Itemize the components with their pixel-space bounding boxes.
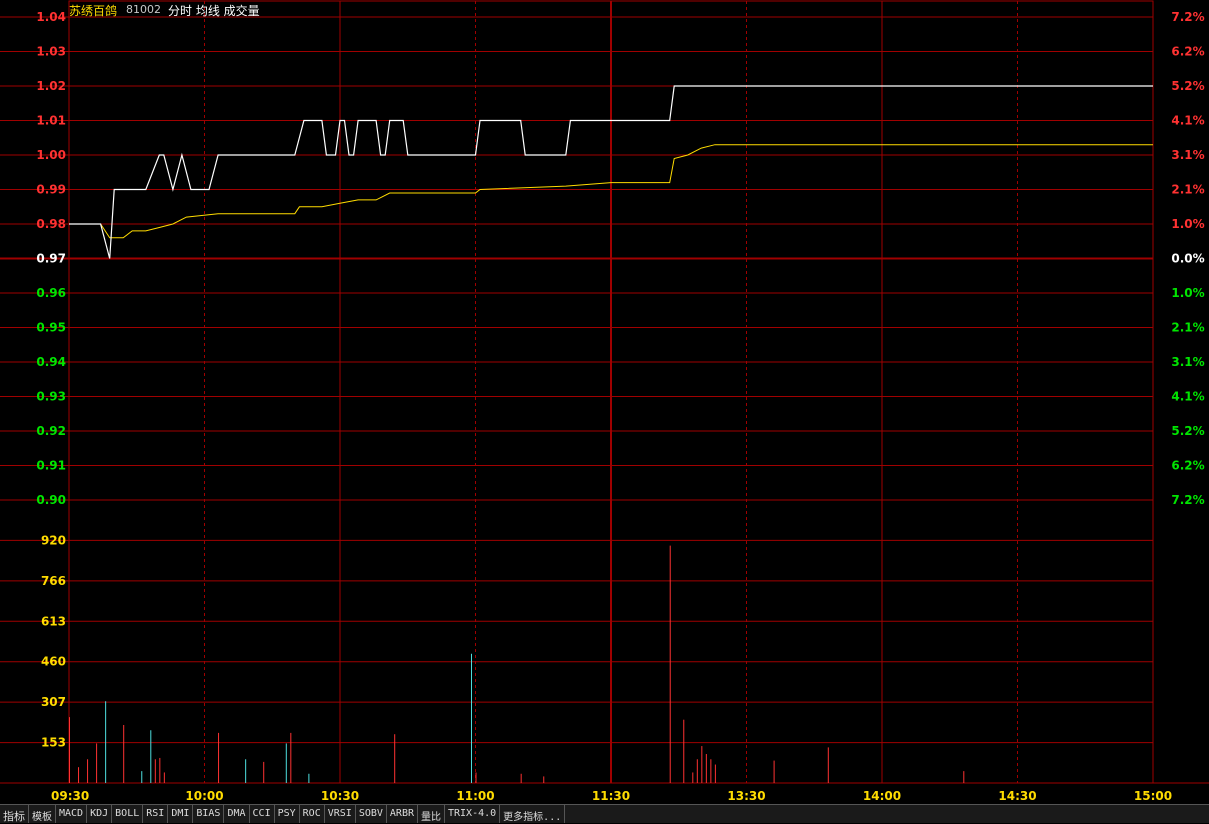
pct-tick-label: 3.1% [1171, 148, 1204, 162]
time-tick-label: 10:00 [185, 789, 223, 803]
indicator-tab-bar: 指标 模板 MACD KDJ BOLL RSI DMI BIAS DMA CCI PSY ROC VRS… [0, 804, 1209, 823]
indicator-labels: 分时 均线 成交量 [168, 4, 260, 18]
price-tick-label: 1.03 [36, 45, 66, 59]
pct-tick-label: 2.1% [1171, 183, 1204, 197]
tab-5[interactable]: RSI [143, 805, 169, 823]
time-tick-label: 11:30 [592, 789, 630, 803]
pct-tick-label: 0.0% [1171, 252, 1204, 266]
volume-tick-label: 920 [41, 533, 66, 547]
pct-tick-label: 6.2% [1171, 45, 1204, 59]
tab-17[interactable]: 更多指标... [500, 805, 566, 823]
pct-tick-label: 5.2% [1171, 79, 1204, 93]
pct-tick-label: 4.1% [1171, 390, 1204, 404]
tab-3[interactable]: KDJ [87, 805, 113, 823]
price-tick-label: 0.97 [36, 252, 66, 266]
price-tick-label: 0.94 [36, 355, 66, 369]
volume-tick-label: 613 [41, 614, 66, 628]
tab-12[interactable]: VRSI [325, 805, 356, 823]
pct-tick-label: 5.2% [1171, 424, 1204, 438]
time-tick-label: 15:00 [1134, 789, 1172, 803]
price-tick-label: 0.91 [36, 459, 66, 473]
tab-2[interactable]: MACD [56, 805, 88, 823]
tab-8[interactable]: DMA [224, 805, 250, 823]
tab-4[interactable]: BOLL [112, 805, 144, 823]
tab-9[interactable]: CCI [250, 805, 275, 823]
pct-tick-label: 3.1% [1171, 355, 1204, 369]
volume-tick-label: 153 [41, 736, 66, 750]
time-tick-label: 10:30 [321, 789, 359, 803]
tab-15[interactable]: 量比 [418, 805, 445, 823]
tab-7[interactable]: BIAS [193, 805, 225, 823]
stock-code: 81002 [126, 3, 161, 16]
tab-11[interactable]: ROC [300, 805, 325, 823]
time-tick-label: 09:30 [51, 789, 89, 803]
price-tick-label: 1.00 [36, 148, 66, 162]
tab-13[interactable]: SOBV [356, 805, 387, 823]
pct-tick-label: 6.2% [1171, 459, 1204, 473]
pct-tick-label: 4.1% [1171, 114, 1204, 128]
price-tick-label: 0.98 [36, 217, 66, 231]
time-tick-label: 11:00 [456, 789, 494, 803]
intraday-chart[interactable]: 1.04 7.2% 1.03 6.2% 1.02 5.2% 1.01 4.1% 1.00 3.1%… [0, 0, 1209, 804]
time-tick-label: 14:30 [998, 789, 1036, 803]
price-tick-label: 0.95 [36, 321, 66, 335]
volume-tick-label: 766 [41, 574, 66, 588]
price-tick-label: 0.99 [36, 183, 66, 197]
stock-name: 苏绣百鸽 [69, 4, 118, 18]
pct-tick-label: 2.1% [1171, 321, 1204, 335]
price-tick-label: 0.93 [36, 390, 66, 404]
tab-6[interactable]: DMI [168, 805, 194, 823]
tab-1[interactable]: 模板 [29, 805, 56, 823]
price-tick-label: 0.96 [36, 286, 66, 300]
tab-10[interactable]: PSY [275, 805, 300, 823]
pct-tick-label: 1.0% [1171, 217, 1204, 231]
price-tick-label: 0.92 [36, 424, 66, 438]
price-tick-label: 1.01 [36, 114, 66, 128]
tab-0[interactable]: 指标 [0, 805, 29, 823]
pct-tick-label: 7.2% [1171, 10, 1204, 24]
tab-14[interactable]: ARBR [387, 805, 418, 823]
volume-tick-label: 460 [41, 655, 66, 669]
pct-tick-label: 7.2% [1171, 493, 1204, 507]
volume-tick-label: 307 [41, 695, 66, 709]
price-tick-label: 1.02 [36, 79, 66, 93]
price-tick-label: 1.04 [36, 10, 66, 24]
tab-16[interactable]: TRIX-4.0 [445, 805, 501, 823]
time-tick-label: 13:30 [727, 789, 765, 803]
price-tick-label: 0.90 [36, 493, 66, 507]
pct-tick-label: 1.0% [1171, 286, 1204, 300]
time-tick-label: 14:00 [863, 789, 901, 803]
